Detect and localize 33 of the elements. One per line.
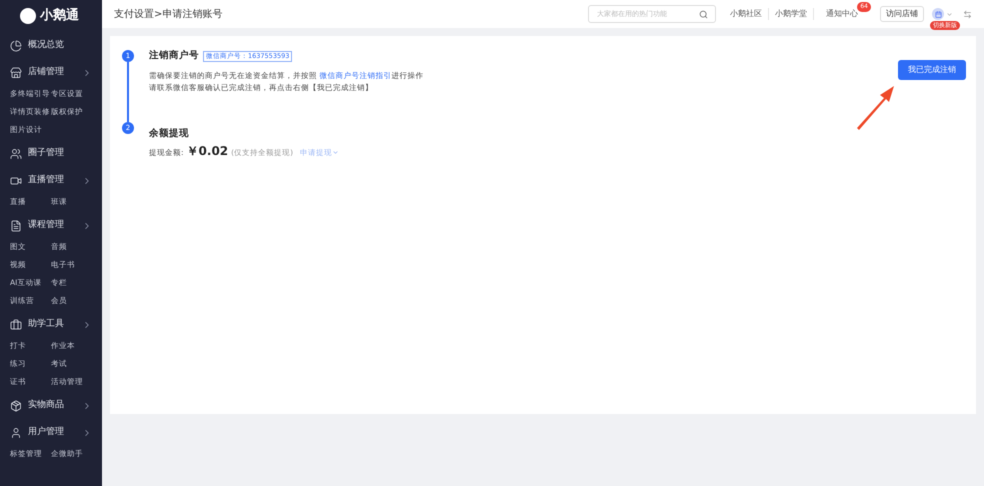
sidebar-item[interactable]: 助学工具 xyxy=(28,318,82,332)
logo-text: 小鹅通 xyxy=(40,7,79,26)
pie-chart-icon xyxy=(10,40,22,52)
store-icon xyxy=(10,66,22,78)
done-button[interactable]: 我已完成注销 xyxy=(898,60,966,80)
step-title: 余额提现 xyxy=(149,128,190,140)
sidebar-item[interactable]: 实物商品 xyxy=(28,398,82,412)
step-title: 注销商户号 xyxy=(149,48,199,63)
amount-value: ￥0.02 xyxy=(186,143,228,160)
logo-icon xyxy=(20,8,36,24)
breadcrumb: 支付设置>申请注销账号 xyxy=(114,8,224,22)
caret-icon xyxy=(946,10,953,18)
user-icon xyxy=(10,426,22,438)
chevron-down-icon xyxy=(332,149,339,156)
briefcase-icon xyxy=(10,318,22,330)
sidebar-item[interactable]: 概况总览 xyxy=(28,38,92,52)
camera-icon xyxy=(10,174,22,186)
document-icon xyxy=(10,220,22,232)
search-icon xyxy=(699,10,708,18)
sidebar-item[interactable]: 店铺管理 xyxy=(28,66,82,80)
nav-link[interactable]: 小鹅学堂 xyxy=(769,8,814,20)
nav-link[interactable]: 小鹅社区 xyxy=(724,8,769,20)
step-line xyxy=(127,62,129,122)
avatar-icon[interactable] xyxy=(932,8,944,20)
sidebar-item[interactable]: 直播管理 xyxy=(28,174,82,188)
sidebar-item[interactable]: 圈子管理 xyxy=(28,146,92,160)
people-icon xyxy=(10,148,22,160)
box-icon xyxy=(10,400,22,412)
switch-icon[interactable] xyxy=(963,10,972,18)
nav-link[interactable]: 通知中心 xyxy=(826,8,858,20)
sidebar-item[interactable]: 用户管理 xyxy=(28,426,82,440)
visit-store-button[interactable]: 访问店铺 xyxy=(880,6,924,22)
sidebar-item[interactable]: 课程管理 xyxy=(28,218,82,232)
